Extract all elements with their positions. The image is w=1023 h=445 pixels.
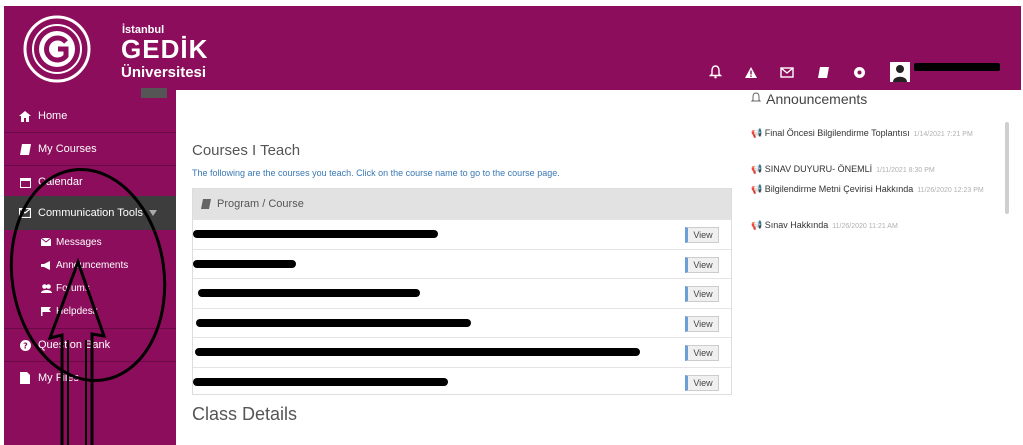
- home-icon: [18, 110, 32, 122]
- announcements-panel: Announcements 📢 Final Öncesi Bilgilendir…: [745, 90, 1015, 445]
- sidebar: Home My Courses Calendar Communication T…: [4, 88, 176, 445]
- course-row: View: [193, 278, 731, 308]
- sidebar-item-home[interactable]: Home: [4, 100, 176, 132]
- logo-subtitle: Üniversitesi: [121, 64, 207, 81]
- announcement-date: 1/11/2021 8:30 PM: [876, 167, 935, 174]
- university-seal-icon: [23, 15, 91, 83]
- sidebar-subitem-label: Announcements: [56, 259, 129, 271]
- announcement-title: Sınav Hakkında: [764, 220, 829, 230]
- sidebar-subitem-helpdesk[interactable]: Helpdesk: [4, 301, 176, 321]
- view-button[interactable]: View: [685, 227, 719, 243]
- announcement-item[interactable]: 📢 SINAV DUYURU- ÖNEMLİ 1/11/2021 8:30 PM: [751, 162, 999, 178]
- announcement-date: 1/14/2021 7:21 PM: [913, 131, 973, 138]
- courses-panel: Program / Course View View View View View Vie…: [192, 188, 732, 395]
- section-title: Class Details: [192, 404, 298, 424]
- view-button[interactable]: View: [685, 256, 719, 273]
- logo-name: GEDİK: [121, 34, 209, 64]
- course-row: View: [193, 307, 731, 338]
- sidebar-item-question-bank[interactable]: ? Question Bank: [4, 329, 176, 361]
- warning-icon[interactable]: [740, 61, 762, 83]
- redacted-username: [914, 63, 1000, 71]
- panel-header: Program / Course: [193, 189, 731, 219]
- help-icon[interactable]: [848, 61, 870, 83]
- book-icon[interactable]: [812, 61, 834, 83]
- course-row: View: [193, 366, 731, 397]
- question-icon: ?: [18, 339, 32, 351]
- envelope-icon: [18, 207, 32, 219]
- megaphone-icon: 📢: [751, 184, 763, 194]
- bell-icon[interactable]: [704, 61, 726, 83]
- view-button[interactable]: View: [685, 374, 719, 391]
- announcement-date: 11/26/2020 12:23 PM: [917, 187, 984, 194]
- view-button[interactable]: View: [685, 345, 719, 361]
- announcement-date: 11/26/2020 11:21 AM: [832, 223, 898, 230]
- megaphone-icon: 📢: [751, 164, 763, 174]
- page-title: Courses I Teach: [192, 142, 301, 159]
- bell-icon: [750, 91, 762, 103]
- sidebar-item-label: Question Bank: [38, 339, 111, 351]
- header-toolbar: [704, 60, 1000, 84]
- redacted-course-name[interactable]: [198, 289, 420, 297]
- sidebar-item-my-courses[interactable]: My Courses: [4, 133, 176, 165]
- announcements-heading: Announcements: [750, 91, 868, 107]
- redacted-course-name[interactable]: [196, 318, 471, 327]
- announcements-title: Announcements: [766, 91, 868, 107]
- sidebar-subitem-messages[interactable]: Messages: [4, 232, 176, 252]
- redacted-course-name[interactable]: [195, 348, 640, 356]
- sidebar-item-label: Home: [38, 110, 68, 122]
- file-icon: [18, 372, 32, 384]
- chevron-down-icon: [148, 207, 157, 219]
- sidebar-subitem-label: Forums: [56, 282, 90, 294]
- sidebar-item-label: My Files: [38, 372, 79, 384]
- sidebar-item-communication-tools[interactable]: Communication Tools: [4, 196, 176, 230]
- announcement-title: SINAV DUYURU- ÖNEMLİ: [764, 164, 873, 174]
- sidebar-item-my-files[interactable]: My Files: [4, 362, 176, 394]
- flag-icon: [40, 306, 52, 316]
- sidebar-subitem-label: Helpdesk: [56, 305, 98, 317]
- book-icon: [18, 143, 32, 155]
- page-description: The following are the courses you teach.…: [192, 168, 560, 178]
- book-icon: [201, 199, 213, 209]
- view-button[interactable]: View: [685, 315, 719, 332]
- university-logo[interactable]: İstanbul GEDİK Üniversitesi: [22, 14, 207, 86]
- course-row: View: [193, 337, 731, 367]
- megaphone-icon: 📢: [751, 220, 763, 230]
- sidebar-subitem-forums[interactable]: Forums: [4, 278, 176, 298]
- redacted-course-name[interactable]: [193, 230, 438, 238]
- envelope-icon: [40, 237, 52, 247]
- announcement-item[interactable]: 📢 Final Öncesi Bilgilendirme Toplantısı 1…: [751, 126, 999, 142]
- announcement-item[interactable]: 📢 Bilgilendirme Metni Çevirisi Hakkında 1…: [751, 182, 999, 198]
- course-list: View View View View View View: [193, 219, 731, 396]
- sidebar-collapse-handle[interactable]: [141, 88, 167, 98]
- main-content: Courses I Teach The following are the co…: [176, 90, 742, 445]
- envelope-icon[interactable]: [776, 61, 798, 83]
- sidebar-item-label: Communication Tools: [38, 207, 143, 219]
- users-icon: [40, 283, 52, 293]
- announcement-title: Final Öncesi Bilgilendirme Toplantısı: [764, 128, 910, 138]
- announcement-title: Bilgilendirme Metni Çevirisi Hakkında: [764, 184, 914, 194]
- sidebar-item-label: Calendar: [38, 176, 83, 188]
- user-avatar-icon[interactable]: [890, 62, 910, 82]
- sidebar-subitem-label: Messages: [56, 236, 102, 248]
- redacted-course-name[interactable]: [193, 377, 448, 386]
- megaphone-icon: [40, 260, 52, 270]
- sidebar-subitem-announcements[interactable]: Announcements: [4, 255, 176, 275]
- megaphone-icon: 📢: [751, 128, 763, 138]
- page: İstanbul GEDİK Üniversitesi Home My Cour…: [0, 0, 1023, 445]
- announcement-item[interactable]: 📢 Sınav Hakkında 11/26/2020 11:21 AM: [751, 218, 999, 234]
- panel-header-label: Program / Course: [217, 198, 304, 210]
- svg-text:?: ?: [23, 341, 28, 350]
- view-button[interactable]: View: [685, 286, 719, 302]
- course-row: View: [193, 248, 731, 279]
- redacted-course-name[interactable]: [193, 259, 296, 268]
- course-row: View: [193, 219, 731, 249]
- sidebar-item-calendar[interactable]: Calendar: [4, 166, 176, 198]
- top-header: İstanbul GEDİK Üniversitesi: [4, 6, 1021, 90]
- announcements-scrollbar[interactable]: [1005, 122, 1009, 214]
- sidebar-item-label: My Courses: [38, 143, 97, 155]
- calendar-icon: [18, 176, 32, 188]
